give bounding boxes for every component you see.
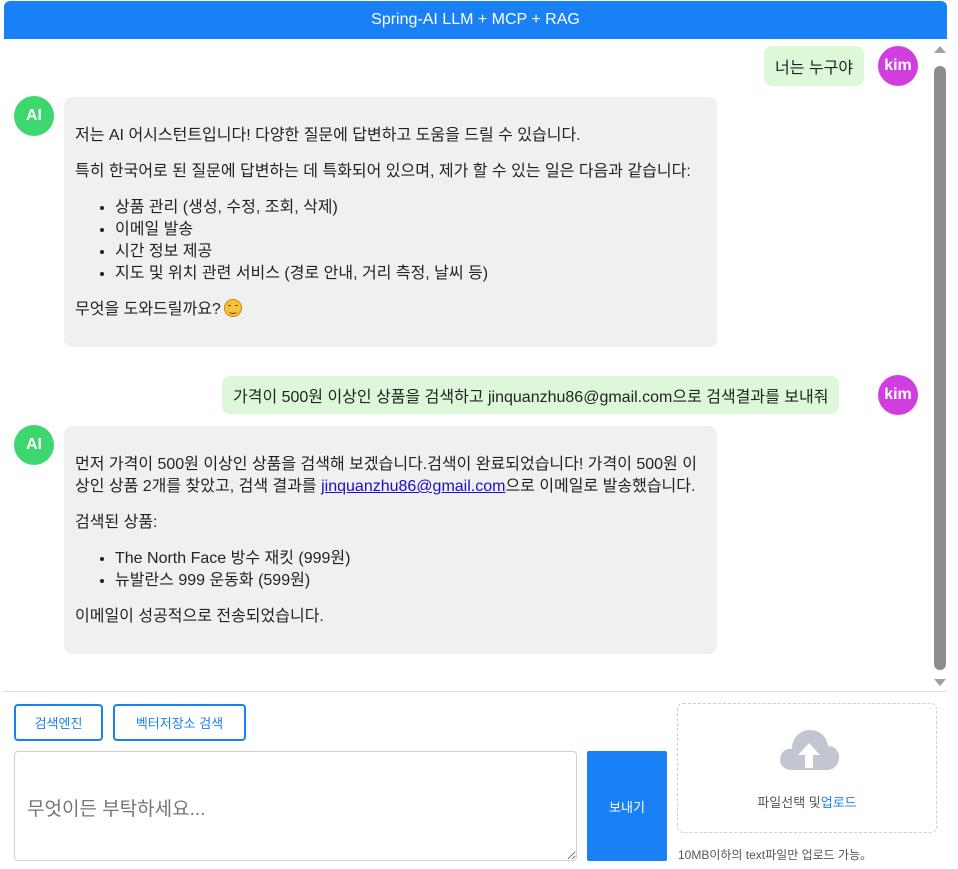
chat-area[interactable]: 너는 누구야 kim AI 저는 AI 어시스턴트입니다! 다양한 질문에 답변… (4, 39, 947, 691)
search-engine-button[interactable]: 검색엔진 (14, 704, 103, 741)
product-list: The North Face 방수 재킷 (999원) 뉴발란스 999 운동화… (75, 548, 705, 592)
message-paragraph: 이메일이 성공적으로 전송되었습니다. (75, 608, 324, 625)
ai-avatar: AI (14, 96, 54, 136)
scroll-thumb[interactable] (934, 66, 946, 670)
app-title: Spring-AI LLM + MCP + RAG (371, 11, 580, 28)
chat-scrollbar[interactable] (933, 43, 947, 688)
user-message: 너는 누구야 (764, 46, 865, 86)
ai-message: 저는 AI 어시스턴트입니다! 다양한 질문에 답변하고 도움을 드릴 수 있습… (64, 97, 717, 347)
message-paragraph: 먼저 가격이 500원 이상인 상품을 검색해 보겠습니다.검색이 완료되었습니… (75, 456, 697, 495)
upload-label: 파일선택 및업로드 (757, 795, 857, 810)
app-window: Spring-AI LLM + MCP + RAG 너는 누구야 kim AI … (4, 1, 947, 869)
send-button[interactable]: 보내기 (587, 751, 667, 861)
cloud-upload-icon (780, 730, 840, 770)
ai-avatar: AI (14, 425, 54, 465)
message-input[interactable] (14, 751, 577, 861)
scroll-up-arrow-icon[interactable] (934, 46, 946, 53)
user-message: 가격이 500원 이상인 상품을 검색하고 jinquanzhu86@gmail… (222, 376, 840, 414)
vector-store-search-button[interactable]: 벡터저장소 검색 (113, 704, 246, 741)
message-paragraph: 저는 AI 어시스턴트입니다! 다양한 질문에 답변하고 도움을 드릴 수 있습… (75, 127, 581, 144)
user-avatar: kim (878, 46, 918, 86)
scroll-down-arrow-icon[interactable] (934, 679, 946, 686)
list-item: 상품 관리 (생성, 수정, 조회, 삭제) (115, 197, 705, 219)
capability-list: 상품 관리 (생성, 수정, 조회, 삭제) 이메일 발송 시간 정보 제공 지… (75, 197, 705, 285)
list-item: The North Face 방수 재킷 (999원) (115, 548, 705, 570)
user-avatar: kim (878, 375, 918, 415)
message-paragraph: 검색된 상품: (75, 514, 158, 531)
list-item: 지도 및 위치 관련 서비스 (경로 안내, 거리 측정, 날씨 등) (115, 263, 705, 285)
list-item: 이메일 발송 (115, 219, 705, 241)
list-item: 뉴발란스 999 운동화 (599원) (115, 570, 705, 592)
message-text: 너는 누구야 (775, 60, 854, 77)
email-link[interactable]: jinquanzhu86@gmail.com (321, 478, 505, 495)
file-upload-dropzone[interactable]: 파일선택 및업로드 (677, 703, 937, 833)
list-item: 시간 정보 제공 (115, 241, 705, 263)
upload-link[interactable]: 업로드 (821, 795, 857, 810)
upload-note: 10MB이하의 text파일만 업로드 가능。 (678, 848, 873, 862)
message-paragraph: 특히 한국어로 된 질문에 답변하는 데 특화되어 있으며, 제가 할 수 있는… (75, 163, 691, 180)
smiling-face-icon (223, 299, 242, 317)
message-paragraph: 무엇을 도와드릴까요? (75, 299, 705, 321)
message-text: 가격이 500원 이상인 상품을 검색하고 jinquanzhu86@gmail… (233, 389, 829, 406)
ai-message: 먼저 가격이 500원 이상인 상품을 검색해 보겠습니다.검색이 완료되었습니… (64, 426, 717, 654)
app-header: Spring-AI LLM + MCP + RAG (4, 1, 947, 39)
divider (4, 691, 947, 692)
